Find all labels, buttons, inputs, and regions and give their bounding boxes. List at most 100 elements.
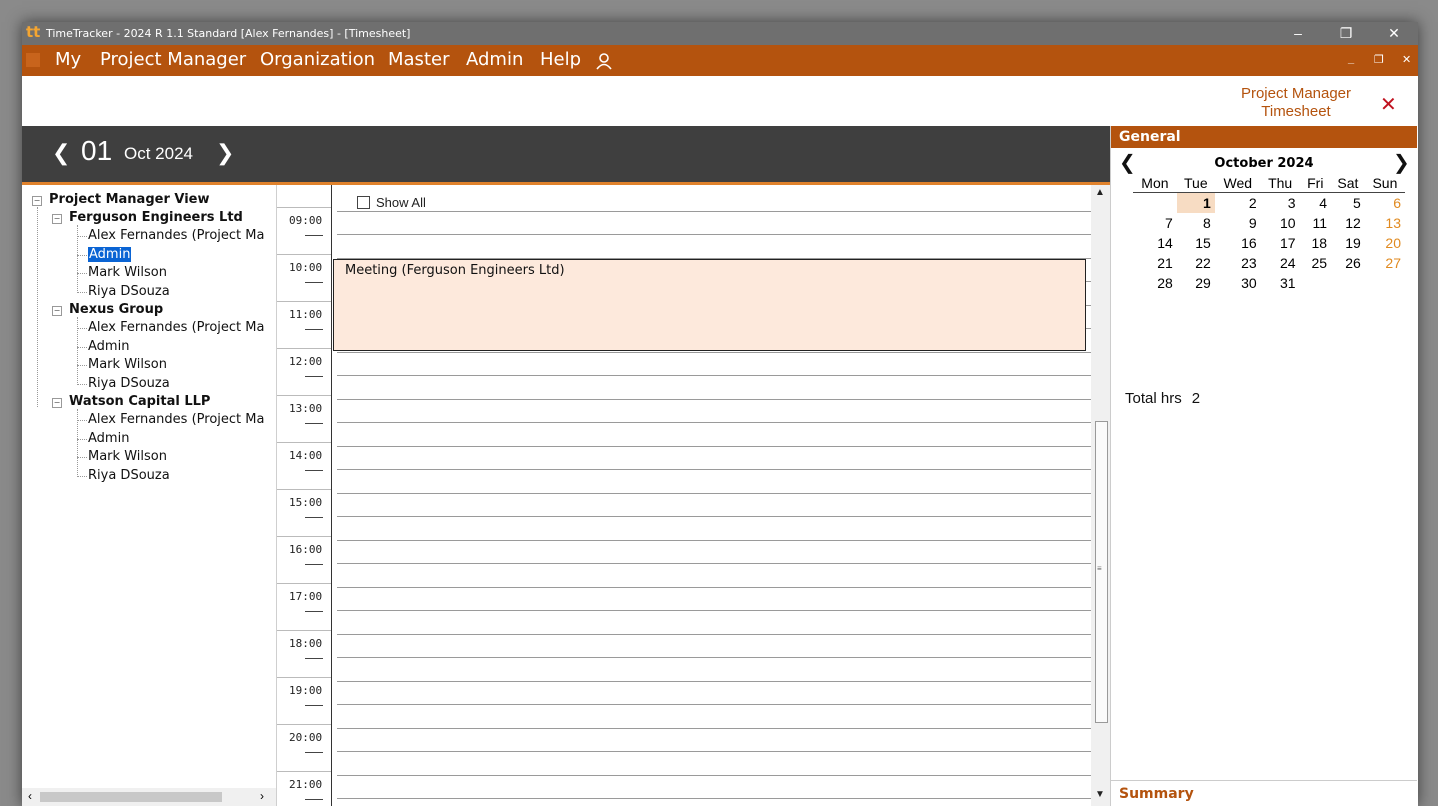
- time-slot[interactable]: [337, 375, 1091, 376]
- calendar-day[interactable]: 3: [1261, 193, 1300, 214]
- mdi-minimize-icon[interactable]: _: [1348, 53, 1354, 65]
- checkbox-box[interactable]: [357, 196, 370, 209]
- tree-member-selected[interactable]: Admin: [88, 246, 132, 264]
- calendar-day[interactable]: 29: [1177, 273, 1215, 293]
- calendar-day[interactable]: 12: [1331, 213, 1365, 233]
- next-day-icon[interactable]: ❯: [216, 140, 234, 166]
- tree-horizontal-scrollbar[interactable]: ‹ ›: [22, 788, 276, 806]
- scroll-up-icon[interactable]: ▲: [1095, 187, 1105, 198]
- tree-member[interactable]: Alex Fernandes (Project Ma: [88, 319, 264, 337]
- time-slot[interactable]: [337, 657, 1091, 658]
- calendar-day[interactable]: 27: [1365, 253, 1405, 273]
- prev-day-icon[interactable]: ❮: [52, 140, 70, 166]
- tree-member[interactable]: Riya DSouza: [88, 467, 170, 485]
- tree-group[interactable]: Watson Capital LLP: [69, 393, 210, 411]
- tree-member[interactable]: Alex Fernandes (Project Ma: [88, 227, 264, 245]
- tree-member[interactable]: Admin: [88, 338, 129, 356]
- calendar-day[interactable]: 2: [1215, 193, 1261, 214]
- time-slot[interactable]: [337, 540, 1091, 541]
- restore-icon[interactable]: ❐: [1326, 23, 1366, 44]
- collapse-icon[interactable]: −: [52, 214, 62, 224]
- time-slot[interactable]: [337, 563, 1091, 564]
- time-slot[interactable]: [337, 728, 1091, 729]
- calendar-day[interactable]: 26: [1331, 253, 1365, 273]
- tree-member[interactable]: Mark Wilson: [88, 356, 167, 374]
- tree-member[interactable]: Mark Wilson: [88, 264, 167, 282]
- scroll-left-icon[interactable]: ‹: [28, 789, 32, 803]
- time-slot[interactable]: [337, 681, 1091, 682]
- scroll-thumb[interactable]: ≡: [1095, 421, 1108, 723]
- tree-member[interactable]: Mark Wilson: [88, 448, 167, 466]
- calendar-day[interactable]: 11: [1300, 213, 1332, 233]
- time-slot[interactable]: [337, 234, 1091, 235]
- calendar-day[interactable]: 21: [1133, 253, 1177, 273]
- tree-member[interactable]: Admin: [88, 430, 129, 448]
- calendar-day[interactable]: 18: [1300, 233, 1332, 253]
- calendar-day[interactable]: 9: [1215, 213, 1261, 233]
- scroll-down-icon[interactable]: ▼: [1095, 789, 1105, 800]
- user-icon[interactable]: [594, 51, 614, 71]
- tree-group[interactable]: Ferguson Engineers Ltd: [69, 209, 243, 227]
- time-slot[interactable]: [337, 352, 1091, 353]
- time-slot[interactable]: [337, 493, 1091, 494]
- calendar-day[interactable]: 17: [1261, 233, 1300, 253]
- calendar-day[interactable]: 19: [1331, 233, 1365, 253]
- calendar-day[interactable]: 13: [1365, 213, 1405, 233]
- time-slot[interactable]: [337, 751, 1091, 752]
- time-slot[interactable]: [337, 587, 1091, 588]
- menu-my[interactable]: My: [55, 49, 81, 70]
- mdi-restore-icon[interactable]: ❐: [1374, 53, 1384, 66]
- calendar-day[interactable]: 16: [1215, 233, 1261, 253]
- calendar-day[interactable]: 4: [1300, 193, 1332, 214]
- time-slot[interactable]: [337, 399, 1091, 400]
- tree-member[interactable]: Riya DSouza: [88, 283, 170, 301]
- calendar-day[interactable]: 15: [1177, 233, 1215, 253]
- time-slot[interactable]: [337, 610, 1091, 611]
- menu-project-manager[interactable]: Project Manager: [100, 49, 246, 70]
- calendar-day[interactable]: 10: [1261, 213, 1300, 233]
- close-tab-icon[interactable]: ✕: [1380, 92, 1397, 117]
- time-slot[interactable]: [337, 704, 1091, 705]
- mdi-close-icon[interactable]: ✕: [1402, 53, 1411, 66]
- tree-member[interactable]: Alex Fernandes (Project Ma: [88, 411, 264, 429]
- show-all-checkbox[interactable]: Show All: [357, 195, 426, 210]
- time-slot[interactable]: [337, 211, 1091, 212]
- next-month-icon[interactable]: ❯: [1393, 150, 1410, 175]
- calendar-day[interactable]: 23: [1215, 253, 1261, 273]
- time-slot[interactable]: [337, 446, 1091, 447]
- time-slot[interactable]: [337, 775, 1091, 776]
- menu-master[interactable]: Master: [388, 49, 449, 70]
- calendar-day[interactable]: 22: [1177, 253, 1215, 273]
- calendar-day[interactable]: 14: [1133, 233, 1177, 253]
- time-slot[interactable]: [337, 516, 1091, 517]
- calendar-day[interactable]: 5: [1331, 193, 1365, 214]
- menu-help[interactable]: Help: [540, 49, 581, 70]
- scroll-thumb[interactable]: [40, 792, 222, 802]
- collapse-icon[interactable]: −: [52, 306, 62, 316]
- close-window-icon[interactable]: ✕: [1374, 23, 1414, 44]
- time-slot[interactable]: [337, 422, 1091, 423]
- tree-root[interactable]: Project Manager View: [49, 191, 210, 209]
- calendar-day[interactable]: 20: [1365, 233, 1405, 253]
- time-slot[interactable]: [337, 634, 1091, 635]
- minimize-icon[interactable]: –: [1278, 23, 1318, 44]
- calendar-day[interactable]: 1: [1176, 192, 1215, 213]
- prev-month-icon[interactable]: ❮: [1119, 150, 1136, 175]
- calendar-day[interactable]: 6: [1365, 193, 1405, 214]
- calendar-day[interactable]: 8: [1177, 213, 1215, 233]
- collapse-icon[interactable]: −: [32, 196, 42, 206]
- calendar-day[interactable]: 30: [1215, 273, 1261, 293]
- menu-admin[interactable]: Admin: [466, 49, 523, 70]
- scroll-right-icon[interactable]: ›: [260, 789, 264, 803]
- time-slot[interactable]: [337, 798, 1091, 799]
- menu-organization[interactable]: Organization: [260, 49, 375, 70]
- tree-member[interactable]: Riya DSouza: [88, 375, 170, 393]
- tree-group[interactable]: Nexus Group: [69, 301, 163, 319]
- calendar-day[interactable]: 25: [1300, 253, 1332, 273]
- calendar-day[interactable]: 28: [1133, 273, 1177, 293]
- time-slot[interactable]: [337, 469, 1091, 470]
- calendar-day[interactable]: 7: [1133, 213, 1177, 233]
- schedule-vertical-scrollbar[interactable]: ▲ ≡ ▼: [1091, 185, 1111, 806]
- calendar-day[interactable]: 31: [1261, 273, 1300, 293]
- summary-section-header[interactable]: Summary: [1111, 780, 1417, 806]
